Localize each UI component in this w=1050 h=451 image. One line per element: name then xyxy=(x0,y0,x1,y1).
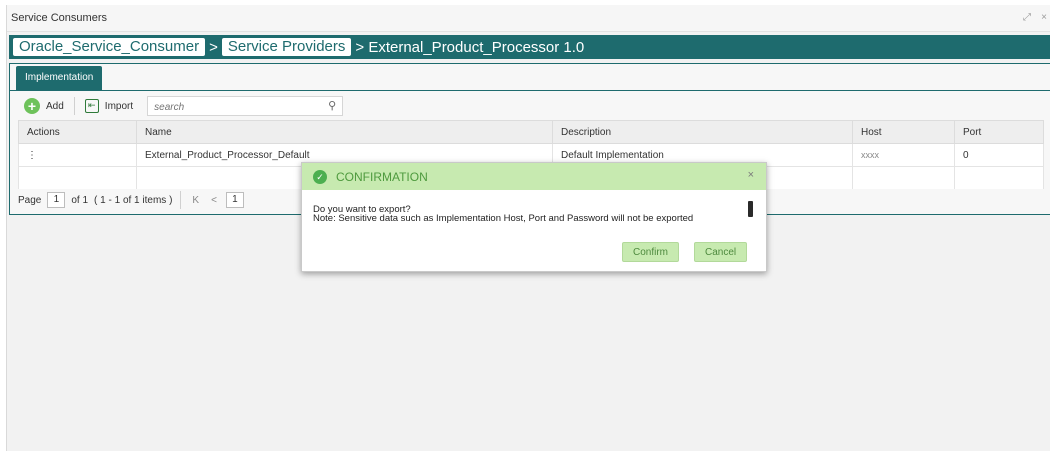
col-header-port: Port xyxy=(954,120,1044,144)
search-icon[interactable]: ⚲ xyxy=(328,99,336,112)
toolbar: + Add ⇤ Import ⚲ xyxy=(16,96,344,117)
close-icon[interactable]: × xyxy=(748,169,754,181)
page-of-label: of 1 xyxy=(71,194,89,206)
row-host: xxxx xyxy=(852,143,955,167)
dialog-scrollbar[interactable] xyxy=(748,201,753,217)
window-title: Service Consumers xyxy=(11,12,107,24)
confirmation-dialog: ✓ CONFIRMATION × Do you want to export? … xyxy=(301,162,767,272)
dialog-title: CONFIRMATION xyxy=(336,169,428,184)
col-header-host: Host xyxy=(852,120,955,144)
pager-divider xyxy=(180,191,182,209)
col-header-actions: Actions xyxy=(18,120,137,144)
dialog-message: Do you want to export? Note: Sensitive d… xyxy=(313,205,694,224)
cancel-button[interactable]: Cancel xyxy=(694,242,748,262)
close-window-icon[interactable]: × xyxy=(1041,5,1047,31)
table-header-row: Actions Name Description Host Port xyxy=(18,120,1044,144)
first-page-button[interactable]: K xyxy=(189,195,202,206)
page-label: Page xyxy=(18,194,42,206)
confirm-button[interactable]: Confirm xyxy=(622,242,680,262)
col-header-name: Name xyxy=(136,120,553,144)
plus-icon: + xyxy=(24,98,40,114)
search-input[interactable] xyxy=(148,97,317,117)
current-page-button[interactable]: 1 xyxy=(225,192,244,208)
import-icon: ⇤ xyxy=(84,99,99,113)
breadcrumb: Oracle_Service_Consumer > Service Provid… xyxy=(9,35,1050,59)
window-titlebar: Service Consumers ⤢ × xyxy=(7,5,1050,32)
import-button[interactable]: ⇤ Import xyxy=(77,99,141,113)
row-actions-menu[interactable]: ⋮ xyxy=(18,143,137,167)
items-count: ( 1 - 1 of 1 items ) xyxy=(94,194,173,206)
breadcrumb-item-consumer[interactable]: Oracle_Service_Consumer xyxy=(13,38,206,56)
toolbar-divider xyxy=(73,97,75,115)
tab-implementation[interactable]: Implementation xyxy=(16,66,103,90)
maximize-icon[interactable]: ⤢ xyxy=(1023,5,1031,31)
tab-bar: Implementation xyxy=(10,64,1050,91)
dialog-header: ✓ CONFIRMATION × xyxy=(302,163,766,190)
add-button[interactable]: + Add xyxy=(16,98,72,114)
import-label: Import xyxy=(104,100,134,112)
breadcrumb-separator: > xyxy=(209,38,218,56)
page-input[interactable]: 1 xyxy=(47,192,66,208)
dialog-note: Note: Sensitive data such as Implementat… xyxy=(313,213,694,224)
breadcrumb-current: > External_Product_Processor 1.0 xyxy=(355,38,585,56)
add-label: Add xyxy=(46,100,64,112)
prev-page-button[interactable]: < xyxy=(208,195,220,206)
check-circle-icon: ✓ xyxy=(313,169,327,184)
search-box: ⚲ xyxy=(147,96,344,117)
col-header-description: Description xyxy=(552,120,853,144)
row-port: 0 xyxy=(954,143,1044,167)
pagination: Page 1 of 1 ( 1 - 1 of 1 items ) K < 1 xyxy=(18,190,244,210)
breadcrumb-item-providers[interactable]: Service Providers xyxy=(221,38,352,56)
